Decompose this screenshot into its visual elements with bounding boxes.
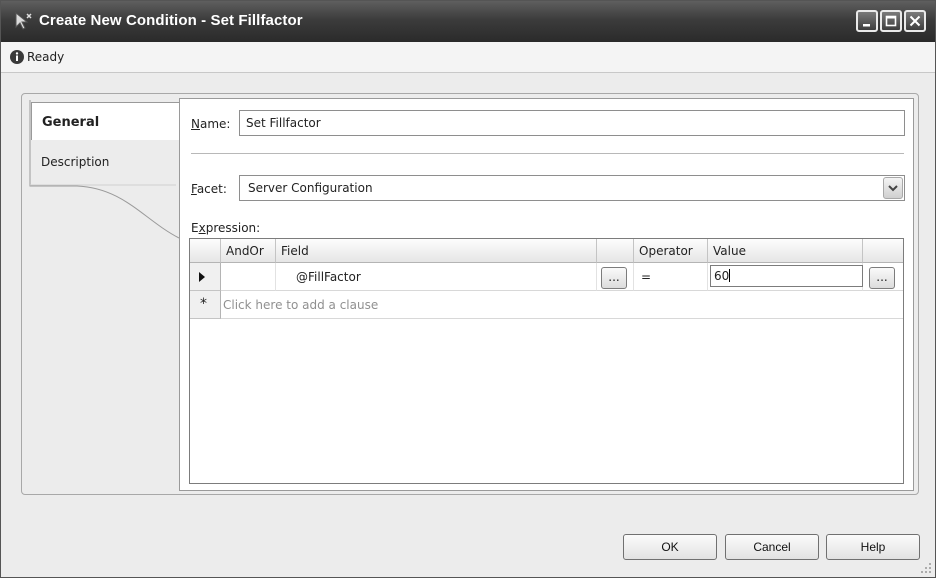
title-bar[interactable]: Create New Condition - Set Fillfactor (1, 1, 935, 42)
maximize-icon (885, 15, 897, 27)
cancel-button[interactable]: Cancel (725, 534, 819, 560)
resize-grip-icon[interactable] (920, 562, 932, 574)
cell-value[interactable]: 60 (708, 263, 863, 291)
column-header-operator[interactable]: Operator (634, 239, 708, 263)
row-header-current[interactable] (190, 263, 221, 291)
cell-field[interactable]: @FillFactor (276, 263, 597, 291)
text-caret (729, 269, 731, 282)
facet-value: Server Configuration (248, 181, 373, 195)
minimize-icon (863, 24, 870, 27)
page-tab-general[interactable]: General (31, 102, 179, 140)
condition-wizard-icon (15, 11, 32, 30)
status-text: Ready (27, 50, 65, 64)
info-icon (10, 50, 24, 64)
window-title: Create New Condition - Set Fillfactor (39, 12, 303, 29)
column-header-field[interactable]: Field (276, 239, 597, 263)
cell-operator[interactable]: = (634, 263, 708, 291)
maximize-button[interactable] (880, 10, 902, 32)
column-header-andor[interactable]: AndOr (221, 239, 276, 263)
column-header-value-button[interactable] (863, 239, 903, 263)
column-header-field-button[interactable] (597, 239, 634, 263)
facet-label: Facet: (191, 182, 227, 196)
facet-dropdown-button[interactable] (883, 177, 903, 199)
value-ellipsis-button[interactable]: ... (869, 267, 895, 289)
help-button[interactable]: Help (826, 534, 920, 560)
expression-grid[interactable]: AndOr Field Operator Value @FillFactor .… (189, 238, 904, 484)
grid-corner-header (190, 239, 221, 263)
dialog-window: Create New Condition - Set Fillfactor Re… (0, 0, 936, 578)
ok-button[interactable]: OK (623, 534, 717, 560)
chevron-down-icon (888, 185, 898, 192)
row-pointer-icon (199, 272, 205, 282)
status-strip: Ready (1, 42, 935, 73)
expression-label: Expression: (191, 221, 261, 235)
column-header-value[interactable]: Value (708, 239, 863, 263)
divider (191, 153, 904, 154)
name-field[interactable]: Set Fillfactor (239, 110, 905, 136)
new-row-marker: * (200, 296, 207, 312)
row-header-new[interactable]: * (190, 291, 221, 319)
close-icon (909, 15, 921, 27)
close-button[interactable] (904, 10, 926, 32)
field-ellipsis-button[interactable]: ... (601, 267, 627, 289)
page-tab-description-label: Description (41, 155, 110, 169)
minimize-button[interactable] (856, 10, 878, 32)
facet-combobox[interactable]: Server Configuration (239, 175, 905, 201)
add-clause-row[interactable]: Click here to add a clause (221, 291, 903, 319)
cell-andor[interactable] (221, 263, 276, 291)
name-label: Name: (191, 117, 231, 131)
page-tab-general-label: General (42, 115, 100, 130)
value-editor[interactable]: 60 (710, 265, 863, 287)
